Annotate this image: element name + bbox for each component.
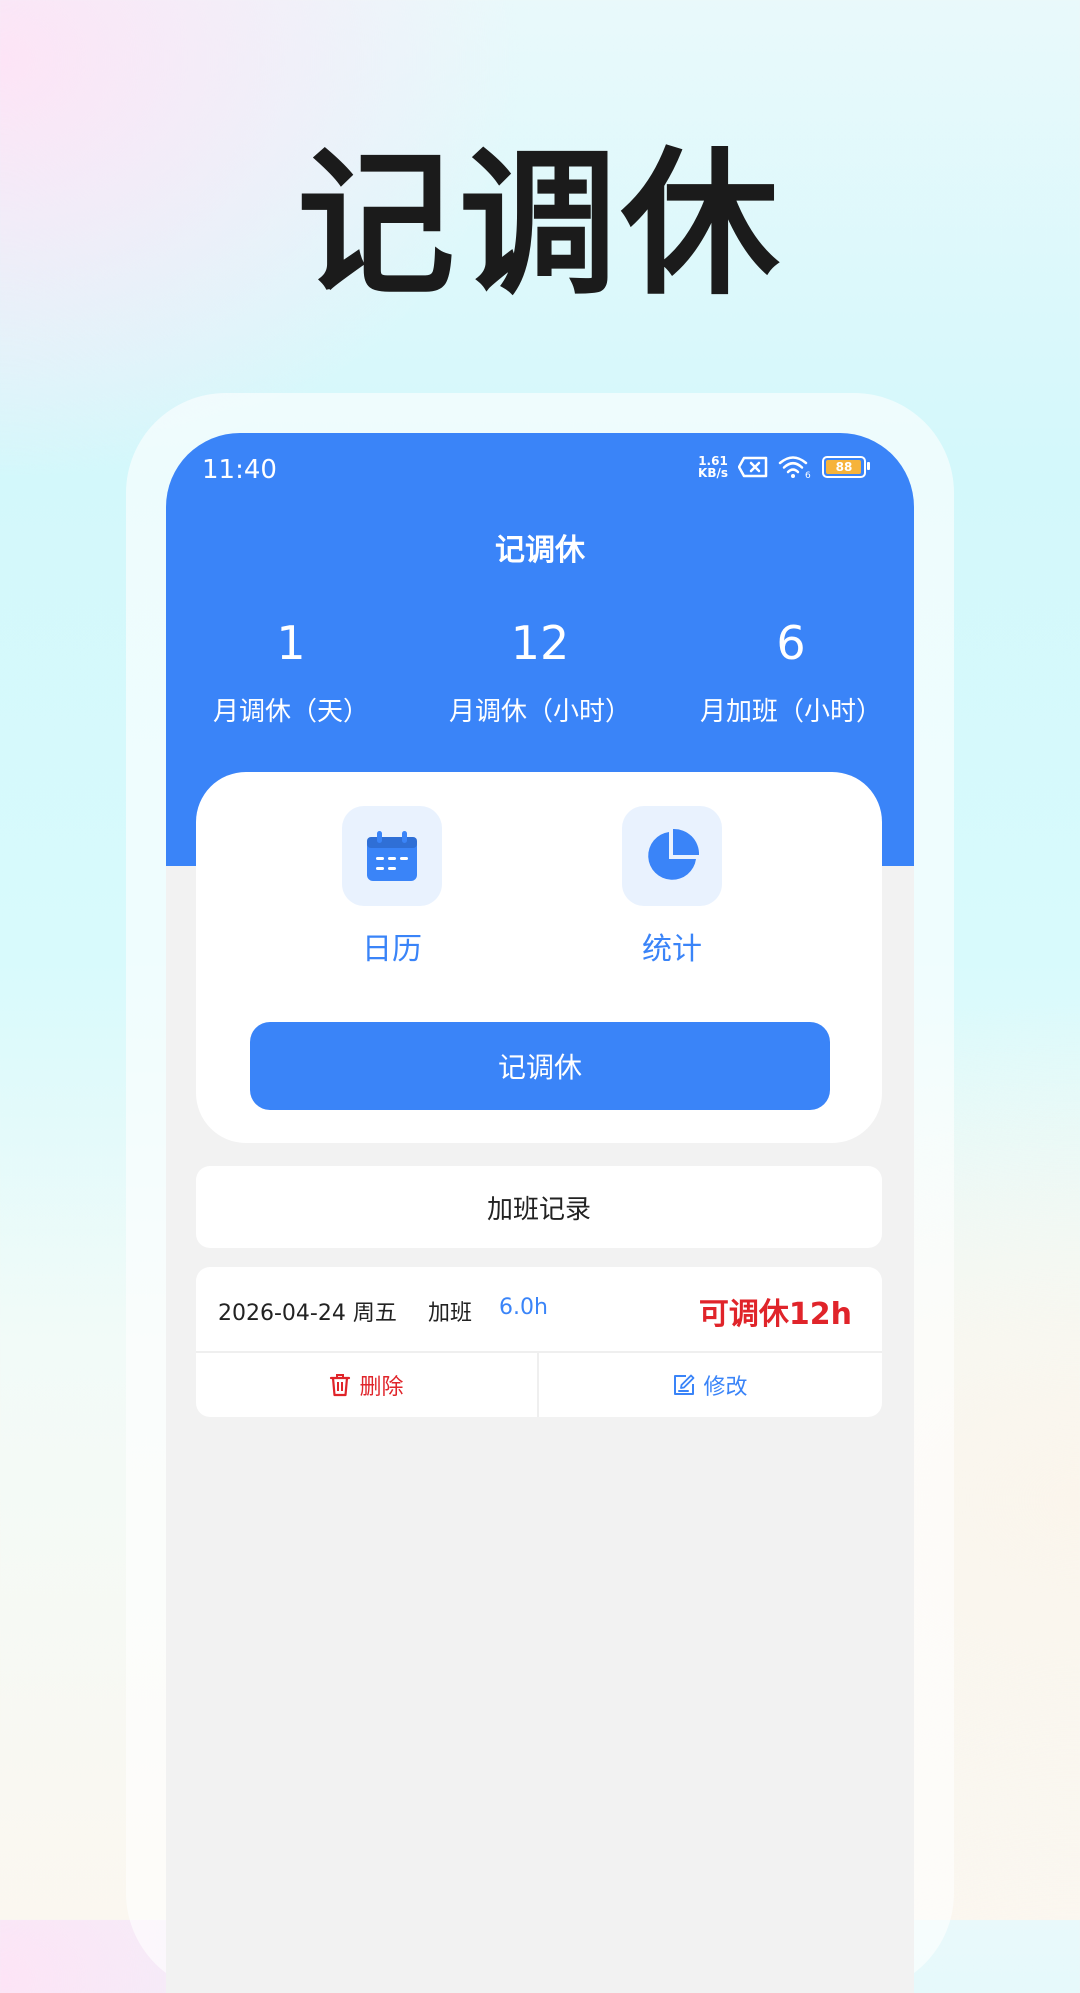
sim-error-icon [738, 456, 768, 478]
stat-label: 月调休（小时） [448, 697, 631, 727]
battery-icon: 88 [822, 456, 870, 478]
calendar-label: 日历 [362, 932, 422, 967]
record-date: 2026-04-24 周五 [218, 1301, 397, 1326]
stat-label: 月加班（小时） [699, 697, 882, 727]
edit-button[interactable]: 修改 [539, 1353, 882, 1417]
network-speed-unit: KB/s [698, 466, 728, 480]
stat-label: 月调休（天） [212, 697, 369, 727]
stat-monthly-rest-days: 1 月调休（天） [166, 613, 416, 728]
record-card: 2026-04-24 周五 加班 6.0h 可调休12h 删除 修改 [196, 1267, 882, 1417]
stat-value: 12 [510, 616, 570, 670]
record-rest-button[interactable]: 记调休 [250, 1022, 830, 1110]
phone-screen: 11:40 1.61 KB/s 6 88 记调休 1 月调休（天） 12 月调休… [166, 433, 914, 1993]
network-speed: 1.61 KB/s [698, 455, 728, 479]
record-rest-available: 可调休12h [698, 1297, 852, 1332]
edit-icon [674, 1374, 695, 1395]
statistics-shortcut[interactable]: 统计 [602, 806, 742, 968]
delete-button[interactable]: 删除 [196, 1353, 539, 1417]
calendar-icon [367, 831, 417, 881]
calendar-shortcut[interactable]: 日历 [322, 806, 462, 968]
stat-monthly-overtime-hours: 6 月加班（小时） [666, 613, 914, 728]
delete-label: 删除 [359, 1375, 404, 1400]
status-icons: 1.61 KB/s 6 88 [698, 455, 870, 479]
promo-headline: 记调休 [297, 133, 783, 317]
status-time: 11:40 [202, 455, 277, 485]
overtime-records-header: 加班记录 [196, 1166, 882, 1248]
statistics-label: 统计 [642, 932, 702, 967]
stat-monthly-rest-hours: 12 月调休（小时） [415, 613, 665, 728]
main-card: 日历 统计 记调休 [196, 772, 882, 1143]
battery-level: 88 [835, 460, 853, 474]
stat-value: 6 [776, 616, 806, 670]
pie-chart-icon [648, 828, 700, 880]
record-row[interactable]: 2026-04-24 周五 加班 6.0h 可调休12h [196, 1267, 882, 1353]
stat-value: 1 [276, 616, 306, 670]
svg-text:6: 6 [805, 471, 811, 479]
app-title: 记调休 [495, 533, 585, 568]
wifi-icon: 6 [778, 456, 811, 479]
trash-icon [330, 1374, 351, 1397]
record-type: 加班 [428, 1301, 473, 1326]
record-hours: 6.0h [499, 1295, 548, 1320]
edit-label: 修改 [703, 1375, 748, 1400]
